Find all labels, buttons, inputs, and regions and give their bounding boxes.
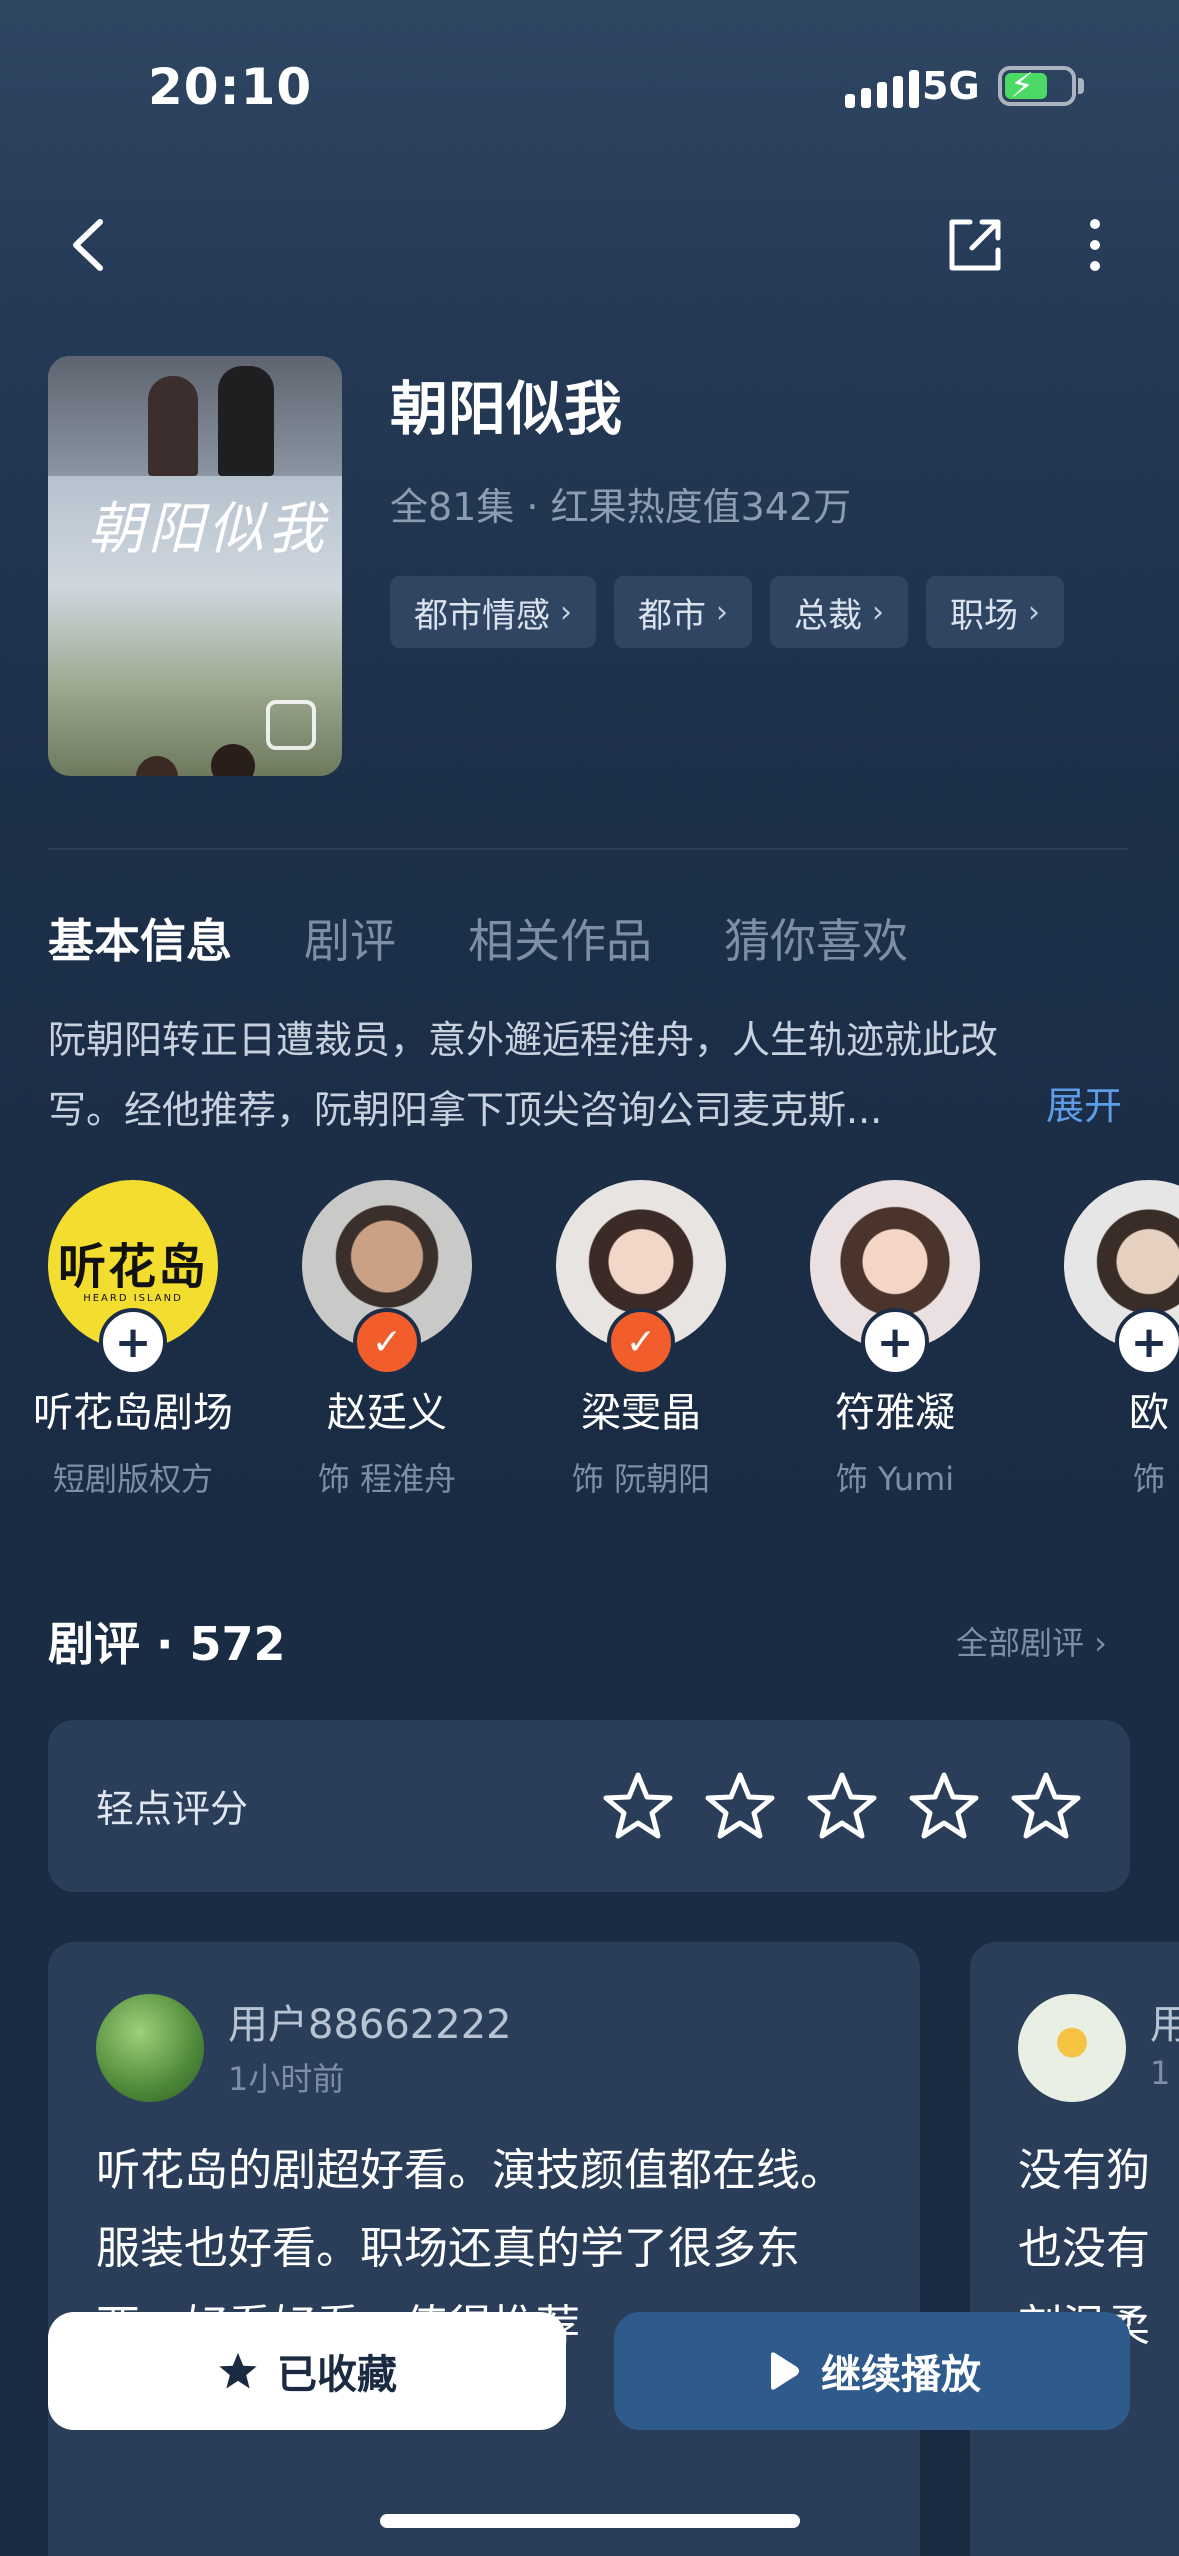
- more-vertical-icon: [1090, 219, 1100, 271]
- review-card[interactable]: 用户88662222 1小时前 听花岛的剧超好看。演技颜值都在线。服装也好看。职…: [48, 1942, 920, 2556]
- review-card[interactable]: 用 1 没有狗也没有刻温柔很: [970, 1942, 1179, 2556]
- rating-panel: 轻点评分: [48, 1720, 1130, 1892]
- back-button[interactable]: [60, 210, 130, 280]
- divider: [48, 848, 1128, 850]
- chevron-right-icon: ›: [716, 594, 728, 630]
- rating-label: 轻点评分: [96, 1787, 249, 1831]
- cast-name: 符雅凝: [835, 1390, 955, 1436]
- cast-role: 饰: [1132, 1460, 1165, 1498]
- tag[interactable]: 职场 ›: [926, 576, 1064, 648]
- tag[interactable]: 都市 ›: [614, 576, 752, 648]
- expand-link[interactable]: 展开: [1046, 1075, 1122, 1130]
- poster-figure: [136, 756, 178, 776]
- play-label: 继续播放: [821, 2352, 981, 2398]
- share-button[interactable]: [940, 210, 1010, 280]
- show-title: 朝阳似我: [390, 375, 623, 443]
- cast-role: 饰 Yumi: [835, 1460, 955, 1498]
- tab-recommendations[interactable]: 猜你喜欢: [724, 905, 908, 971]
- tag-label: 都市情感: [414, 595, 550, 636]
- star-icon[interactable]: [1010, 1770, 1082, 1842]
- rating-stars: [602, 1770, 1082, 1842]
- follow-plus-icon[interactable]: +: [861, 1308, 929, 1376]
- follow-plus-icon[interactable]: +: [1115, 1308, 1179, 1376]
- network-type: 5G: [922, 64, 980, 108]
- continue-play-button[interactable]: 继续播放: [614, 2312, 1130, 2430]
- star-icon[interactable]: [704, 1770, 776, 1842]
- star-icon[interactable]: [908, 1770, 980, 1842]
- chevron-left-icon: [73, 219, 103, 271]
- review-time: 1: [1150, 2054, 1171, 2092]
- poster-figure: [211, 744, 255, 776]
- review-user: 用户88662222: [228, 2002, 512, 2048]
- favorite-label: 已收藏: [277, 2352, 397, 2398]
- status-time: 20:10: [148, 58, 313, 116]
- show-poster[interactable]: 朝阳似我: [48, 356, 342, 776]
- play-icon: [771, 2352, 799, 2390]
- tag-label: 职场: [950, 595, 1018, 636]
- all-reviews-link[interactable]: 全部剧评 ›: [956, 1618, 1107, 1664]
- logo-text: 听花岛: [57, 1238, 208, 1295]
- poster-figure: [148, 376, 198, 476]
- reviews-title: 剧评 · 572: [48, 1617, 286, 1671]
- tab-reviews[interactable]: 剧评: [304, 905, 396, 971]
- follow-plus-icon[interactable]: +: [99, 1308, 167, 1376]
- gallery-icon[interactable]: [266, 700, 316, 750]
- avatar: [1018, 1994, 1126, 2102]
- battery-icon: ⚡: [998, 66, 1076, 106]
- cast-member[interactable]: 听花岛 HEARD ISLAND + 听花岛剧场 短剧版权方: [33, 1180, 233, 1500]
- cast-name: 欧: [1129, 1390, 1169, 1436]
- cast-role: 短剧版权方: [52, 1460, 213, 1498]
- cast-list: 听花岛 HEARD ISLAND + 听花岛剧场 短剧版权方 ✓ 赵廷义 饰 程…: [33, 1180, 1179, 1500]
- review-time: 1小时前: [228, 2060, 345, 2098]
- show-meta: 全81集 · 红果热度值342万: [390, 485, 852, 529]
- cast-member[interactable]: ✓ 梁雯晶 饰 阮朝阳: [556, 1180, 726, 1500]
- chevron-right-icon: ›: [872, 594, 884, 630]
- tag[interactable]: 总裁 ›: [770, 576, 908, 648]
- followed-check-icon[interactable]: ✓: [353, 1308, 421, 1376]
- favorite-button[interactable]: 已收藏: [48, 2312, 566, 2430]
- poster-title: 朝阳似我: [88, 497, 328, 562]
- chevron-right-icon: ›: [1028, 594, 1040, 630]
- tag-label: 总裁: [794, 595, 862, 636]
- avatar: [96, 1994, 204, 2102]
- cast-name: 赵廷义: [327, 1390, 447, 1436]
- star-icon[interactable]: [602, 1770, 674, 1842]
- poster-figure: [218, 366, 274, 476]
- tab-basic-info[interactable]: 基本信息: [48, 905, 232, 971]
- cast-role: 饰 程淮舟: [317, 1460, 457, 1498]
- followed-check-icon[interactable]: ✓: [607, 1308, 675, 1376]
- tag[interactable]: 都市情感 ›: [390, 576, 596, 648]
- signal-icon: [845, 70, 919, 108]
- tab-related-works[interactable]: 相关作品: [468, 905, 652, 971]
- more-button[interactable]: [1075, 210, 1115, 280]
- tab-bar: 基本信息 剧评 相关作品 猜你喜欢: [48, 905, 908, 971]
- cast-name: 听花岛剧场: [33, 1390, 233, 1436]
- cast-member[interactable]: + 欧 饰: [1064, 1180, 1179, 1500]
- home-indicator: [380, 2514, 800, 2528]
- cast-member[interactable]: + 符雅凝 饰 Yumi: [810, 1180, 980, 1500]
- tag-list: 都市情感 › 都市 › 总裁 › 职场 ›: [390, 576, 1064, 648]
- review-user: 用: [1150, 2002, 1179, 2048]
- logo-subtext: HEARD ISLAND: [83, 1292, 183, 1304]
- star-filled-icon: [219, 2352, 257, 2389]
- tag-label: 都市: [638, 595, 706, 636]
- cast-member[interactable]: ✓ 赵廷义 饰 程淮舟: [302, 1180, 472, 1500]
- share-icon: [949, 219, 1001, 271]
- battery-tip: [1078, 78, 1084, 94]
- cast-name: 梁雯晶: [581, 1390, 701, 1436]
- synopsis: 阮朝阳转正日遭裁员，意外邂逅程淮舟，人生轨迹就此改写。经他推荐，阮朝阳拿下顶尖咨…: [48, 1018, 999, 1132]
- star-icon[interactable]: [806, 1770, 878, 1842]
- chevron-right-icon: ›: [560, 594, 572, 630]
- cast-role: 饰 阮朝阳: [571, 1460, 711, 1498]
